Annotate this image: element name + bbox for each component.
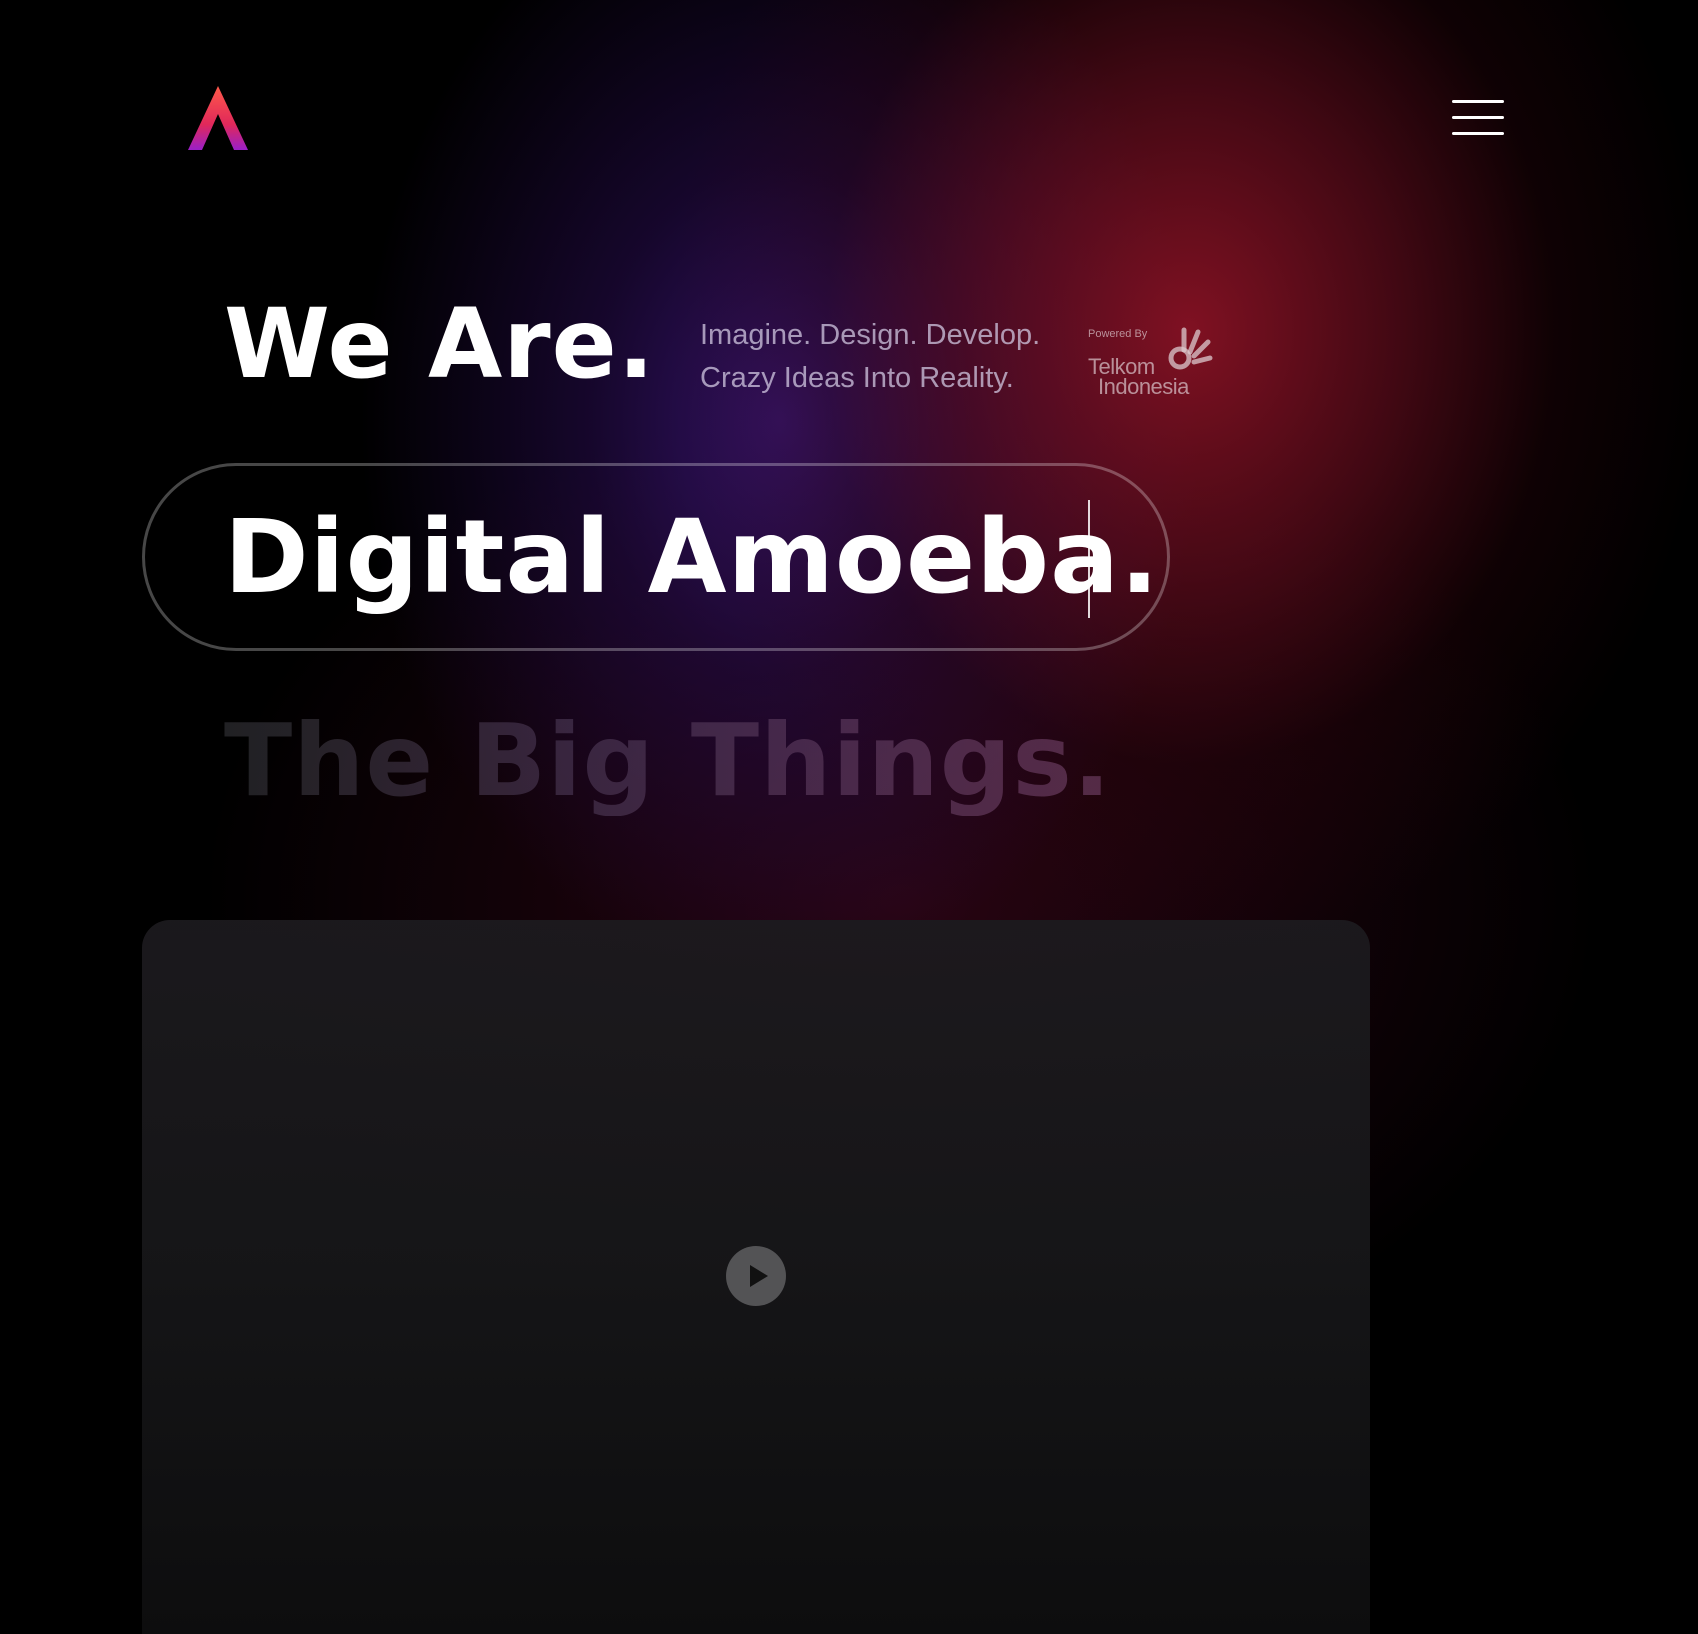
hero-line-we-are: We Are. (224, 288, 656, 400)
landing-page: We Are. Imagine. Design. Develop. Crazy … (0, 0, 1698, 1634)
tagline-line-1: Imagine. Design. Develop. (700, 319, 1041, 351)
hamburger-menu-icon[interactable] (1452, 96, 1504, 140)
tagline: Imagine. Design. Develop. Crazy Ideas In… (700, 314, 1040, 400)
hero-line-the-big-things: The Big Things. (224, 702, 1112, 819)
powered-by-telkom: Powered By Telkom Indonesia (1086, 324, 1216, 399)
tagline-line-2: Crazy Ideas Into Reality. (700, 362, 1014, 394)
powered-by-label: Powered By (1088, 328, 1148, 340)
amoeba-a-logo-icon[interactable] (186, 84, 250, 154)
typing-cursor (1088, 500, 1090, 618)
telkom-hand-icon (1168, 327, 1213, 370)
partner-name-line-2: Indonesia (1098, 374, 1189, 399)
play-icon[interactable] (726, 1246, 786, 1306)
hero-line-digital-amoeba: Digital Amoeba. (224, 498, 1160, 617)
